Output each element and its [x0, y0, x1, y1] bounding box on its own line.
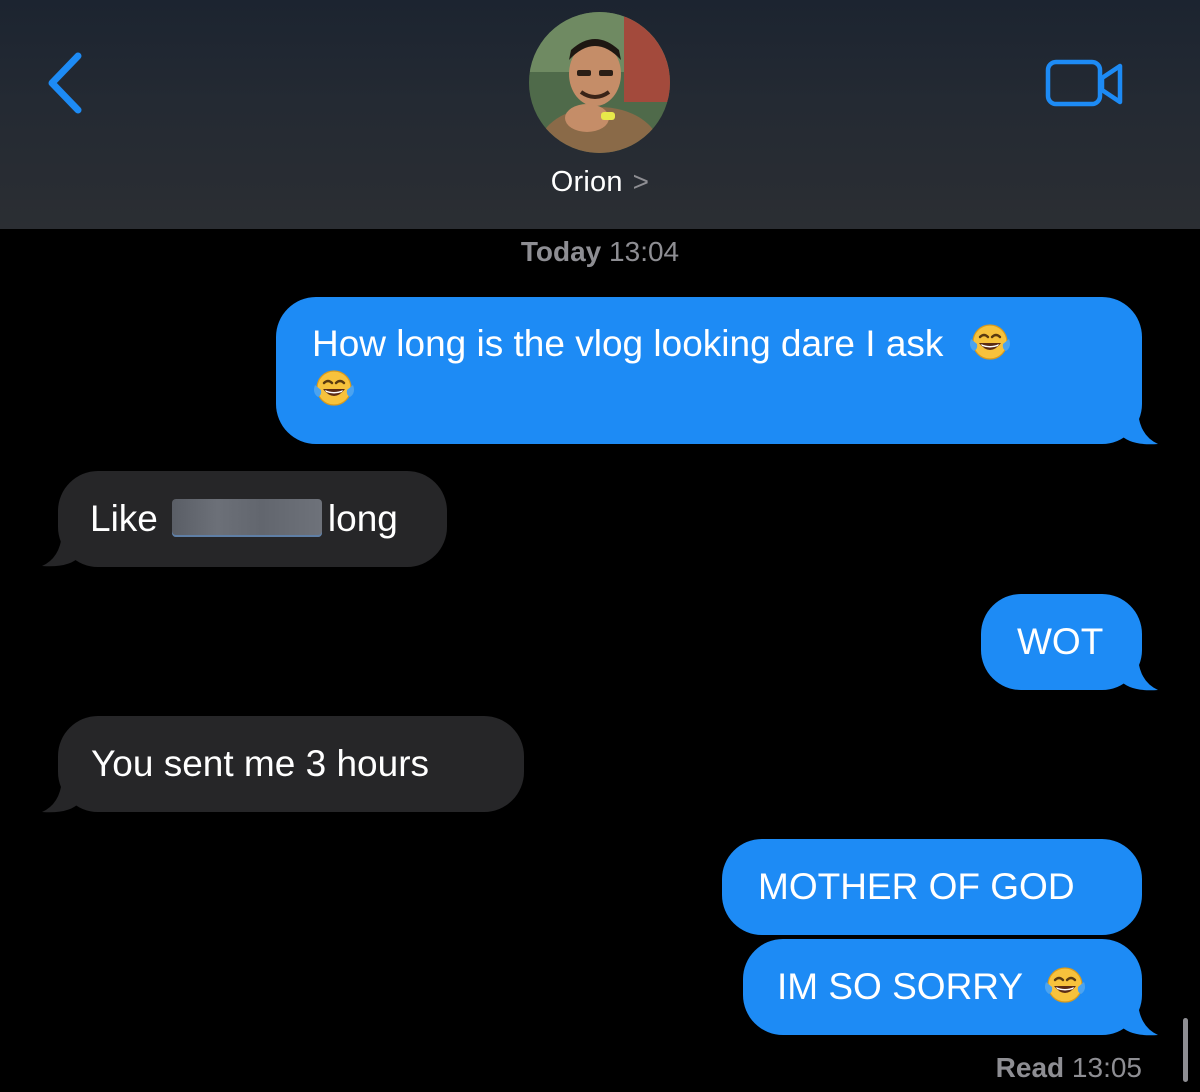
redacted-block	[171, 499, 322, 537]
message-bubble-received[interactable]: Like long	[58, 471, 447, 567]
message-bubble-received[interactable]: You sent me 3 hours	[58, 716, 524, 812]
timestamp-day: Today	[520, 236, 602, 267]
contact-name: Orion	[550, 166, 623, 198]
tears-of-joy-emoji-icon	[968, 322, 1012, 362]
conversation-header: Orion >	[0, 0, 1200, 229]
chevron-left-icon	[48, 52, 82, 114]
read-time: 13:05	[1071, 1052, 1142, 1083]
contact-name-button[interactable]: Orion >	[0, 166, 1200, 199]
back-button[interactable]	[38, 48, 98, 118]
conversation-timestamp: Today 13:04	[0, 236, 1200, 268]
message-text: How long is the vlog looking dare I ask	[312, 323, 944, 364]
received-bubble-tail	[42, 780, 80, 813]
tears-of-joy-emoji-icon	[1043, 965, 1087, 1005]
timestamp-time: 13:04	[609, 236, 680, 267]
message-bubble-sent[interactable]: MOTHER OF GOD	[722, 839, 1142, 935]
message-text: WOT	[1017, 621, 1104, 662]
message-bubble-sent[interactable]: WOT	[981, 594, 1142, 690]
facetime-video-button[interactable]	[1044, 58, 1126, 110]
read-status: Read	[995, 1052, 1065, 1083]
scrollbar[interactable]	[1183, 1018, 1188, 1082]
sent-bubble-tail	[1120, 412, 1158, 445]
video-camera-icon	[1045, 59, 1123, 107]
message-bubble-sent[interactable]: IM SO SORRY	[743, 939, 1142, 1035]
message-text: IM SO SORRY	[777, 966, 1023, 1007]
sent-bubble-tail	[1120, 1003, 1158, 1036]
message-text: You sent me 3 hours	[91, 743, 430, 784]
tears-of-joy-emoji-icon	[312, 368, 356, 408]
chevron-right-icon: >	[632, 166, 650, 197]
received-bubble-tail	[42, 534, 80, 567]
avatar-photo	[529, 12, 670, 153]
sent-bubble-tail	[1120, 658, 1158, 691]
contact-avatar[interactable]	[529, 12, 670, 153]
message-text: long	[327, 498, 398, 539]
message-text: MOTHER OF GOD	[758, 866, 1075, 907]
message-bubble-sent[interactable]: How long is the vlog looking dare I ask	[276, 297, 1142, 444]
message-text: Like	[90, 498, 158, 539]
read-receipt: Read 13:05	[996, 1052, 1142, 1084]
